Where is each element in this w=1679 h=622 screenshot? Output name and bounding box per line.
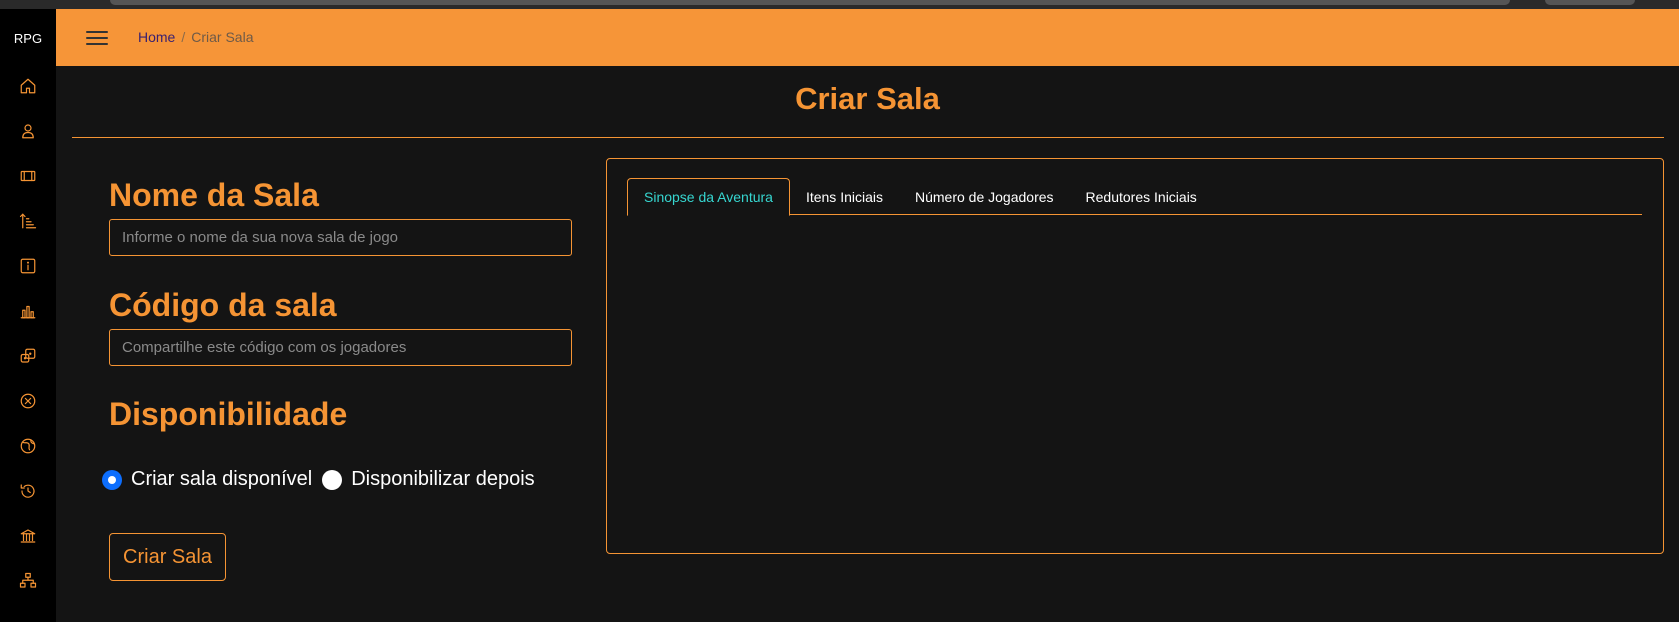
tab-initial-items[interactable]: Itens Iniciais — [790, 178, 899, 215]
history-icon[interactable] — [17, 480, 39, 502]
user-icon[interactable] — [17, 120, 39, 142]
availability-radio-group: Criar sala disponível Disponibilizar dep… — [102, 468, 545, 491]
radio-available-now-label[interactable]: Criar sala disponível — [131, 468, 312, 491]
top-header: Home / Criar Sala — [56, 9, 1679, 66]
room-code-label: Código da sala — [109, 287, 337, 323]
tab-initial-reducers[interactable]: Redutores Iniciais — [1070, 178, 1213, 215]
home-icon[interactable] — [17, 75, 39, 97]
bar-chart-icon[interactable] — [17, 300, 39, 322]
main-content: Criar Sala Nome da Sala Código da sala D… — [56, 66, 1679, 622]
radio-available-later[interactable] — [322, 469, 343, 490]
room-details-panel: Sinopse da Aventura Itens Iniciais Númer… — [606, 158, 1664, 554]
bank-icon[interactable] — [17, 525, 39, 547]
availability-label: Disponibilidade — [109, 396, 348, 432]
tab-adventure-synopsis[interactable]: Sinopse da Aventura — [627, 178, 790, 216]
radio-available-now[interactable] — [102, 469, 122, 490]
breadcrumb-separator: / — [181, 29, 186, 45]
room-name-input[interactable] — [109, 219, 572, 256]
page-title: Criar Sala — [795, 81, 940, 116]
globe-icon[interactable] — [17, 435, 39, 457]
brand-logo[interactable]: RPG — [0, 31, 56, 46]
room-name-label: Nome da Sala — [109, 177, 319, 213]
room-details-tabs: Sinopse da Aventura Itens Iniciais Númer… — [627, 178, 1642, 216]
breadcrumb: Home / Criar Sala — [138, 29, 254, 45]
film-icon[interactable] — [17, 165, 39, 187]
sitemap-icon[interactable] — [17, 570, 39, 592]
browser-top-strip — [0, 0, 1679, 9]
info-square-icon[interactable] — [17, 255, 39, 277]
room-code-input[interactable] — [109, 329, 572, 366]
dice-icon[interactable] — [17, 345, 39, 367]
menu-toggle-icon[interactable] — [86, 27, 108, 47]
breadcrumb-home-link[interactable]: Home — [138, 29, 175, 45]
create-room-button[interactable]: Criar Sala — [109, 533, 226, 581]
breadcrumb-current: Criar Sala — [191, 29, 254, 45]
sort-ascending-icon[interactable] — [17, 210, 39, 232]
address-bar-edge — [110, 0, 1510, 5]
title-divider — [72, 137, 1664, 138]
x-circle-icon[interactable] — [17, 390, 39, 412]
radio-available-later-label[interactable]: Disponibilizar depois — [351, 468, 534, 491]
tab-player-count[interactable]: Número de Jogadores — [899, 178, 1070, 215]
profile-button-edge — [1545, 0, 1635, 5]
sidebar: RPG — [0, 9, 56, 622]
